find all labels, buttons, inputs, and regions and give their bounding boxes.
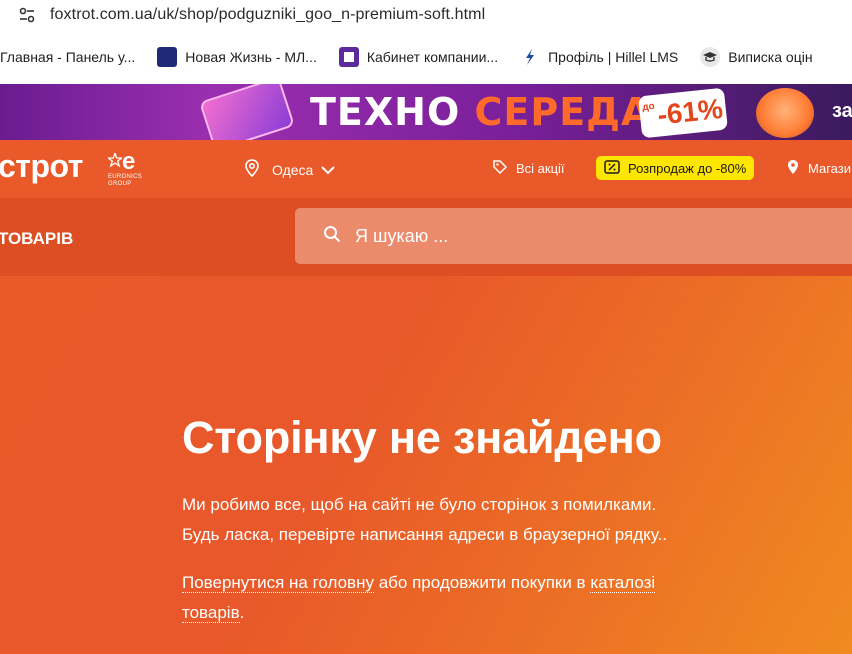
bookmark-label: Главная - Панель у...: [0, 49, 136, 65]
search-icon: [323, 225, 341, 248]
site-header: строт е EURONICS GROUP Одеса Всі акції Р…: [0, 140, 852, 198]
phone-image: [199, 84, 295, 140]
square-icon: [338, 47, 359, 67]
sale-button[interactable]: Розпродаж до -80%: [596, 156, 755, 180]
tag-icon: [492, 159, 508, 178]
catalog-button[interactable]: ТОВАРІВ: [0, 229, 73, 249]
stores-label: Магази: [808, 161, 851, 176]
description-line: Будь ласка, перевірте написання адреси в…: [182, 525, 668, 544]
page-title: Сторінку не знайдено: [182, 412, 662, 463]
bookmark-item[interactable]: Виписка оцін: [700, 47, 813, 67]
bookmark-label: Кабинет компании...: [366, 49, 499, 65]
star-icon: [105, 150, 125, 172]
promos-label: Всі акції: [516, 161, 565, 176]
location-pin-icon: [242, 158, 262, 181]
promo-banner[interactable]: ТЕХНО СЕРЕДА до -61% за: [0, 84, 852, 140]
bookmark-item[interactable]: Главная - Панель у...: [0, 49, 135, 65]
search-input[interactable]: [355, 225, 795, 247]
hillel-icon: [520, 47, 540, 67]
bookmark-item[interactable]: Кабинет компании...: [338, 47, 499, 67]
city-label: Одеса: [272, 161, 314, 178]
euronics-logo: е EURONICS GROUP: [105, 148, 143, 187]
sale-label: Розпродаж до -80%: [628, 160, 747, 176]
suggestion-end: .: [239, 603, 245, 622]
fox-mascot-image: [756, 88, 814, 138]
error-description: Ми робимо все, щоб на сайті не було стор…: [182, 490, 667, 550]
bookmark-label: Новая Жизнь - МЛ...: [185, 49, 317, 65]
bookmarks-bar: Главная - Панель у... Новая Жизнь - МЛ..…: [0, 30, 852, 84]
catalog-link[interactable]: каталозі: [590, 573, 656, 593]
nav-row: ТОВАРІВ: [0, 198, 852, 276]
description-line: Ми робимо все, щоб на сайті не було стор…: [182, 495, 657, 514]
suggestion-text: або продовжити покупки в: [373, 573, 591, 592]
catalog-link[interactable]: товарів: [182, 603, 240, 623]
discount-badge: до -61%: [638, 87, 728, 139]
stores-link[interactable]: Магази: [786, 159, 851, 178]
bookmark-item[interactable]: Новая Жизнь - МЛ...: [157, 47, 317, 67]
promo-tail-text: за: [832, 100, 852, 122]
url-text[interactable]: foxtrot.com.ua/uk/shop/podguzniki_goo_n-…: [50, 6, 485, 24]
percent-icon: [604, 159, 620, 178]
bookmark-item[interactable]: Профіль | Hillel LMS: [520, 47, 678, 67]
grad-cap-icon: [700, 47, 721, 67]
location-pin-icon: [786, 159, 800, 178]
navigation-suggestion: Повернутися на головну або продовжити по…: [182, 568, 656, 628]
chevron-down-icon: [321, 162, 336, 178]
bookmark-label: Виписка оцін: [728, 49, 813, 65]
site-logo[interactable]: строт: [0, 148, 83, 185]
bookmark-label: Профіль | Hillel LMS: [548, 49, 679, 65]
promo-title: ТЕХНО СЕРЕДА: [310, 90, 652, 134]
main-content: Сторінку не знайдено Ми робимо все, щоб …: [0, 276, 852, 654]
address-bar[interactable]: foxtrot.com.ua/uk/shop/podguzniki_goo_n-…: [0, 0, 852, 30]
all-promos-link[interactable]: Всі акції: [492, 159, 565, 178]
new-life-icon: [157, 47, 178, 67]
search-box[interactable]: [295, 208, 852, 264]
home-link[interactable]: Повернутися на головну: [182, 573, 374, 593]
site-info-icon[interactable]: [18, 6, 36, 24]
city-selector[interactable]: Одеса: [242, 158, 336, 181]
